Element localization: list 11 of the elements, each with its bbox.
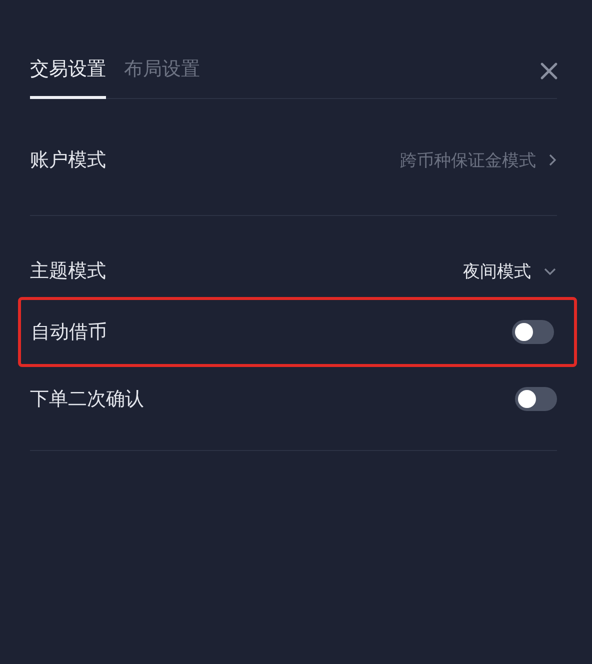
setting-label: 账户模式	[30, 148, 106, 173]
setting-label: 下单二次确认	[30, 387, 144, 412]
setting-label: 主题模式	[30, 259, 106, 284]
tab[interactable]: 交易设置	[30, 50, 106, 99]
chevron-right-icon[interactable]	[548, 153, 557, 167]
toggle-switch[interactable]	[512, 320, 554, 344]
chevron-down-icon[interactable]	[543, 266, 557, 276]
toggle-switch[interactable]	[515, 387, 557, 411]
dropdown-value[interactable]: 夜间模式	[463, 260, 531, 282]
setting-label: 自动借币	[31, 320, 107, 345]
close-icon[interactable]	[540, 62, 558, 80]
